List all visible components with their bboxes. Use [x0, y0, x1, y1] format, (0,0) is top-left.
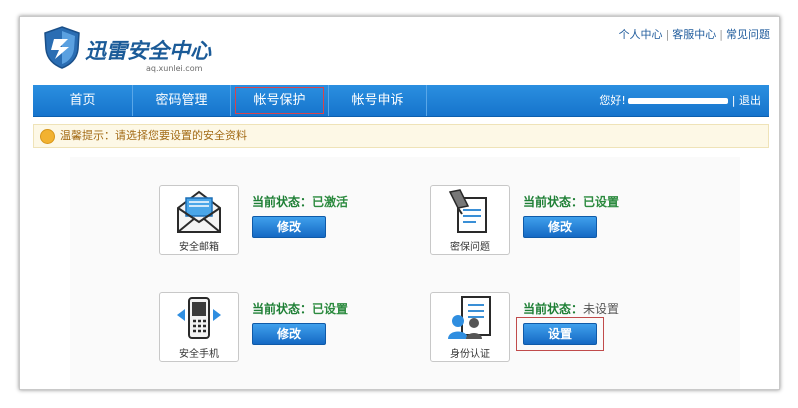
status-prefix: 当前状态：: [252, 195, 313, 209]
masked-username: [627, 98, 728, 104]
status-text: 当前状态：已设置: [252, 300, 348, 317]
divider: |: [731, 94, 736, 107]
mail-icon: [177, 190, 221, 233]
nav-item-home[interactable]: 首页: [33, 85, 133, 116]
status-value: 已激活: [312, 195, 349, 209]
status-text: 当前状态：已设置: [523, 193, 619, 210]
status-prefix: 当前状态：: [523, 195, 584, 209]
question-icon: [448, 189, 487, 233]
divider: |: [665, 28, 670, 41]
personal-center-link[interactable]: 个人中心: [619, 28, 663, 41]
status-prefix: 当前状态：: [523, 302, 584, 316]
logo-title: 迅雷安全中心: [85, 39, 211, 63]
main-nav: 首页 密码管理 帐号保护 帐号申诉 您好! | 退出: [33, 85, 769, 117]
security-options: 安全邮箱 当前状态：已激活 修改 密保问题 当前状态：已设置 修改 安全手机 当…: [70, 157, 740, 389]
card-label: 安全手机: [179, 349, 219, 360]
logo-subtitle: aq.xunlei.com: [146, 64, 203, 73]
greeting-text: 您好!: [599, 94, 626, 107]
customer-service-link[interactable]: 客服中心: [672, 28, 716, 41]
nav-item-password[interactable]: 密码管理: [133, 85, 231, 116]
identity-verification-tile[interactable]: 身份认证: [430, 292, 510, 362]
modify-email-button[interactable]: 修改: [252, 216, 326, 238]
tip-bar: 温馨提示：请选择您要设置的安全资料: [33, 124, 769, 148]
nav-item-account-protection[interactable]: 帐号保护: [231, 85, 329, 116]
card-label: 安全邮箱: [179, 242, 219, 253]
modify-question-button[interactable]: 修改: [523, 216, 597, 238]
status-text: 当前状态：已激活: [252, 193, 348, 210]
status-prefix: 当前状态：: [252, 302, 313, 316]
security-question-tile[interactable]: 密保问题: [430, 185, 510, 255]
modify-phone-button[interactable]: 修改: [252, 323, 326, 345]
shield-logo-icon: [44, 26, 80, 69]
divider: |: [719, 28, 723, 41]
faq-link[interactable]: 常见问题: [726, 28, 770, 41]
secure-email-tile[interactable]: 安全邮箱: [159, 185, 239, 255]
status-text: 当前状态：未设置: [523, 300, 619, 317]
site-logo[interactable]: 迅雷安全中心 aq.xunlei.com: [42, 25, 232, 77]
secure-phone-tile[interactable]: 安全手机: [159, 292, 239, 362]
info-icon: [40, 129, 55, 144]
status-value: 已设置: [583, 195, 620, 209]
active-highlight: [235, 87, 324, 114]
phone-icon: [177, 297, 221, 339]
logout-link[interactable]: 退出: [739, 94, 761, 107]
setup-identity-button[interactable]: 设置: [523, 323, 597, 345]
status-value: 未设置: [583, 302, 620, 316]
id-card-icon: [448, 296, 491, 339]
card-label: 身份认证: [450, 349, 490, 360]
top-links: 个人中心 | 客服中心 | 常见问题: [619, 26, 770, 42]
status-value: 已设置: [312, 302, 349, 316]
page-frame: 迅雷安全中心 aq.xunlei.com 个人中心 | 客服中心 | 常见问题 首页 密…: [19, 16, 780, 390]
user-greeting: 您好! | 退出: [599, 85, 761, 116]
card-label: 密保问题: [450, 242, 490, 253]
nav-item-appeal[interactable]: 帐号申诉: [329, 85, 427, 116]
tip-text: 温馨提示：请选择您要设置的安全资料: [60, 129, 247, 142]
